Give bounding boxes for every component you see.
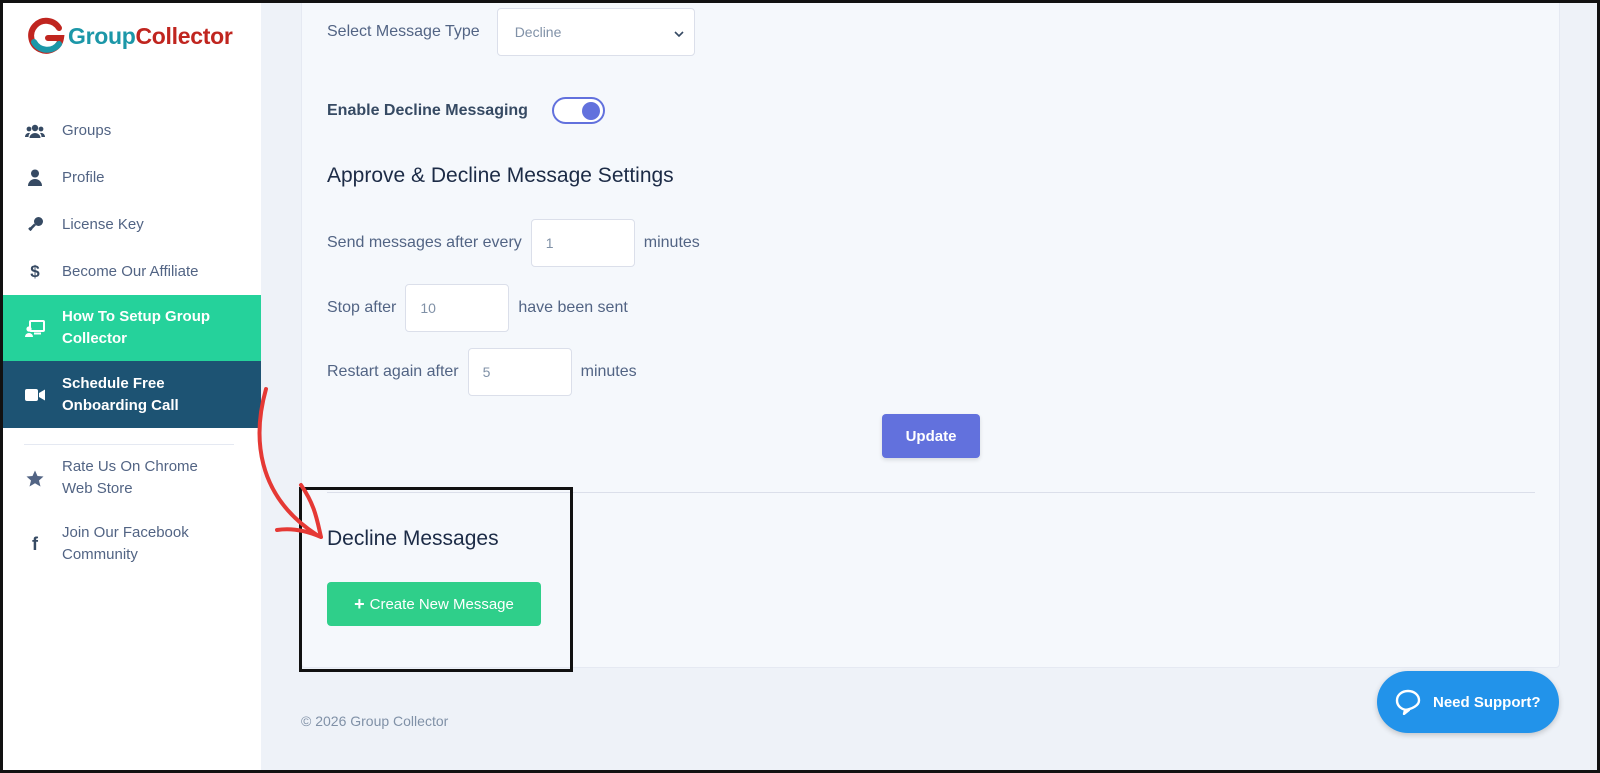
sidebar-item-rate-us[interactable]: Rate Us On Chrome Web Store [0, 445, 261, 511]
restart-after-unit: minutes [580, 363, 637, 380]
logo-mark-icon [28, 17, 65, 54]
need-support-label: Need Support? [1433, 693, 1541, 711]
sidebar-item-label-line2: Onboarding Call [62, 396, 179, 414]
sidebar-item-profile[interactable]: Profile [0, 154, 261, 201]
sidebar-item-label: License Key [62, 215, 144, 233]
message-type-row: Select Message Type Decline [327, 8, 695, 56]
send-interval-label: Send messages after every [327, 234, 522, 251]
chevron-down-icon [674, 24, 684, 40]
sidebar-item-label-line1: Rate Us On Chrome [62, 458, 198, 475]
send-interval-value: 1 [545, 235, 554, 251]
sidebar-item-label: Schedule Free Onboarding Call [62, 373, 179, 417]
sidebar-item-label-line2: Collector [62, 330, 128, 347]
restart-after-label: Restart again after [327, 363, 459, 380]
sidebar-item-label: Rate Us On Chrome Web Store [62, 456, 198, 500]
sidebar-item-label: How To Setup Group Collector [62, 306, 210, 350]
stop-after-row: Stop after 10 have been sent [327, 284, 628, 332]
sidebar: GroupCollector Groups Profile License Ke… [0, 0, 261, 773]
toggle-knob [581, 102, 600, 120]
annotation-arrow-icon [257, 387, 323, 539]
highlight-box [299, 487, 573, 672]
send-interval-input[interactable]: 1 [530, 219, 635, 267]
restart-after-value: 5 [482, 364, 491, 380]
enable-decline-label: Enable Decline Messaging [327, 101, 528, 119]
stop-after-value: 10 [420, 300, 436, 316]
message-type-label: Select Message Type [327, 23, 480, 40]
sidebar-item-schedule-call[interactable]: Schedule Free Onboarding Call [0, 361, 261, 428]
send-interval-row: Send messages after every 1 minutes [327, 219, 700, 267]
users-icon [24, 120, 46, 142]
sidebar-item-label-line2: Web Store [62, 480, 133, 497]
message-type-value: Decline [514, 24, 562, 40]
sidebar-nav: Groups Profile License Key $ Become Our … [0, 107, 261, 577]
sidebar-item-label: Become Our Affiliate [62, 262, 199, 280]
logo[interactable]: GroupCollector [26, 16, 233, 56]
sidebar-item-license-key[interactable]: License Key [0, 201, 261, 248]
star-icon [24, 467, 46, 489]
section-heading-row: Approve & Decline Message Settings [327, 164, 674, 188]
message-type-select[interactable]: Decline [496, 8, 695, 56]
update-button[interactable]: Update [882, 414, 980, 458]
sidebar-item-label-line1: How To Setup Group [62, 308, 211, 325]
enable-decline-row: Enable Decline Messaging [327, 97, 605, 124]
sidebar-item-groups[interactable]: Groups [0, 107, 261, 154]
presentation-icon [24, 317, 46, 339]
need-support-button[interactable]: Need Support? [1377, 671, 1559, 733]
restart-after-input[interactable]: 5 [467, 348, 572, 396]
stop-after-unit: have been sent [518, 299, 628, 316]
logo-text-group: Group [68, 22, 136, 49]
stop-after-label: Stop after [327, 299, 397, 316]
stop-after-input[interactable]: 10 [405, 284, 510, 332]
sidebar-item-label-line1: Join Our Facebook [62, 524, 189, 541]
dollar-icon: $ [30, 261, 40, 281]
sidebar-item-facebook[interactable]: f Join Our Facebook Community [0, 511, 261, 577]
sidebar-item-affiliate[interactable]: $ Become Our Affiliate [0, 248, 261, 295]
sidebar-item-label-line2: Community [62, 546, 138, 563]
send-interval-unit: minutes [643, 234, 700, 251]
logo-text-collector: Collector [135, 22, 233, 49]
sidebar-item-label: Groups [62, 121, 112, 139]
sidebar-item-label-line1: Schedule Free [62, 374, 165, 392]
key-icon [24, 214, 46, 236]
chat-bubble-icon [1395, 689, 1421, 715]
enable-decline-toggle[interactable] [551, 97, 605, 124]
sidebar-item-how-to-setup[interactable]: How To Setup Group Collector [0, 295, 261, 361]
video-icon [24, 384, 46, 406]
user-icon [24, 167, 46, 189]
footer-copyright: © 2026 Group Collector [301, 713, 449, 729]
section-title: Approve & Decline Message Settings [327, 164, 674, 187]
restart-after-row: Restart again after 5 minutes [327, 348, 637, 396]
sidebar-item-label: Join Our Facebook Community [62, 522, 189, 566]
sidebar-item-label: Profile [62, 168, 105, 186]
facebook-icon: f [32, 533, 38, 554]
logo-text: GroupCollector [68, 22, 233, 50]
